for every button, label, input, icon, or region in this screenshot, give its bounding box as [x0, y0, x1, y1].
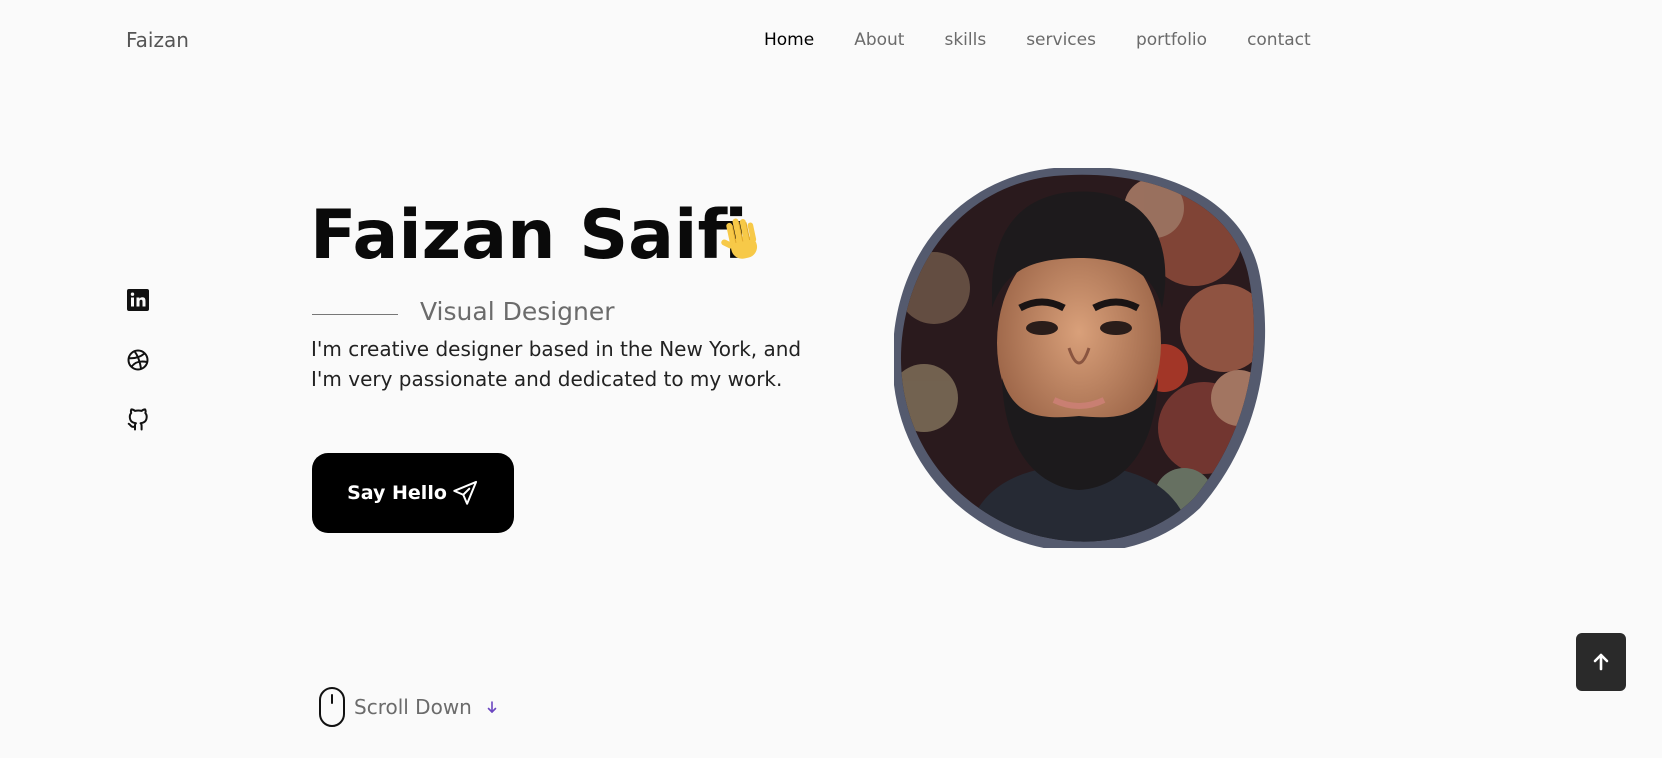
say-hello-label: Say Hello — [347, 482, 447, 504]
send-icon — [453, 480, 477, 505]
subtitle-divider — [312, 314, 398, 315]
nav-skills[interactable]: skills — [944, 30, 986, 50]
profile-photo — [894, 168, 1266, 548]
nav-services[interactable]: services — [1026, 30, 1096, 50]
say-hello-button[interactable]: Say Hello — [312, 453, 514, 533]
nav-about[interactable]: About — [854, 30, 904, 50]
dribbble-icon[interactable] — [126, 348, 150, 372]
header: Faizan Home About skills services portfo… — [0, 0, 1662, 82]
hero-subtitle: Visual Designer — [420, 297, 615, 326]
main-nav: Home About skills services portfolio con… — [764, 30, 1351, 50]
scroll-down-link[interactable]: Scroll Down — [318, 686, 500, 728]
scroll-down-label: Scroll Down — [354, 695, 472, 719]
github-icon[interactable] — [126, 408, 150, 432]
nav-home[interactable]: Home — [764, 30, 814, 50]
hero-description: I'm creative designer based in the New Y… — [311, 337, 802, 391]
mouse-icon — [319, 687, 345, 727]
scroll-to-top-button[interactable] — [1576, 633, 1626, 691]
arrow-down-icon — [487, 701, 497, 713]
nav-portfolio[interactable]: portfolio — [1136, 30, 1207, 50]
nav-contact[interactable]: contact — [1247, 30, 1311, 50]
waving-hand-icon — [721, 218, 758, 259]
linkedin-icon[interactable] — [126, 288, 150, 312]
hero-title: Faizan Saifi — [310, 196, 748, 275]
arrow-up-icon — [1593, 653, 1609, 671]
social-links — [126, 288, 150, 432]
site-logo[interactable]: Faizan — [126, 28, 189, 52]
